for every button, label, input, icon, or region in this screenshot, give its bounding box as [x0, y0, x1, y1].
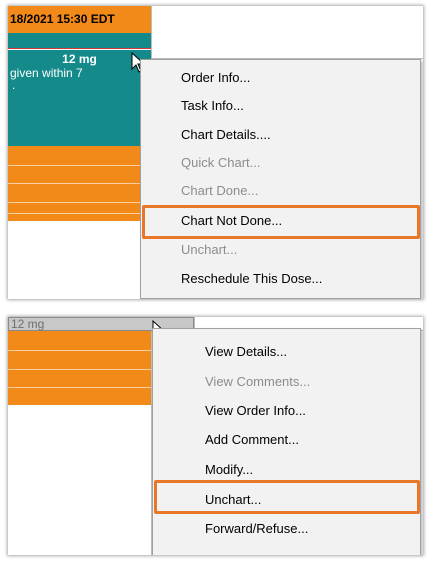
menu-item-forward-refuse[interactable]: Forward/Refuse...: [153, 519, 420, 539]
menu-item-add-comment[interactable]: Add Comment...: [153, 430, 420, 450]
cell-separator: [8, 369, 151, 370]
menu-item-unchart[interactable]: Unchart...: [141, 240, 420, 260]
highlight-chart-not-done: [142, 205, 420, 239]
cell-separator: [8, 202, 151, 203]
divider-line: [8, 48, 151, 49]
teal-strip: [8, 33, 151, 48]
grid-cell-empty: [151, 6, 423, 59]
dose-label: 12 mg: [62, 52, 97, 66]
menu-item-view-comments[interactable]: View Comments...: [153, 372, 420, 392]
cell-separator: [8, 350, 151, 351]
menu-item-view-details[interactable]: View Details...: [153, 342, 420, 362]
task-note-continued: .: [12, 78, 16, 92]
mar-panel-bottom: 12 mg View Details... View Comments... V…: [8, 317, 423, 555]
menu-item-quick-chart[interactable]: Quick Chart...: [141, 153, 420, 173]
menu-item-chart-done[interactable]: Chart Done...: [141, 181, 420, 201]
context-menu: View Details... View Comments... View Or…: [152, 328, 421, 555]
highlight-unchart: [154, 480, 420, 514]
task-note: given within 7: [10, 66, 83, 80]
cell-separator: [8, 183, 151, 184]
cell-separator: [8, 387, 151, 388]
menu-item-modify[interactable]: Modify...: [153, 460, 420, 480]
menu-item-task-info[interactable]: Task Info...: [141, 96, 420, 116]
menu-item-reschedule-dose[interactable]: Reschedule This Dose...: [141, 269, 420, 289]
task-time-header: 18/2021 15:30 EDT: [8, 6, 151, 33]
orange-cells: [8, 331, 151, 405]
menu-item-chart-details[interactable]: Chart Details....: [141, 125, 420, 145]
mar-panel-top: 18/2021 15:30 EDT 12 mg given within 7 .…: [8, 6, 423, 299]
menu-item-view-order-info[interactable]: View Order Info...: [153, 401, 420, 421]
cell-separator: [8, 165, 151, 166]
medication-task-cell[interactable]: 12 mg given within 7 .: [8, 50, 151, 146]
cell-separator: [8, 213, 151, 214]
context-menu: Order Info... Task Info... Chart Details…: [140, 59, 421, 299]
menu-item-order-info[interactable]: Order Info...: [141, 68, 420, 88]
